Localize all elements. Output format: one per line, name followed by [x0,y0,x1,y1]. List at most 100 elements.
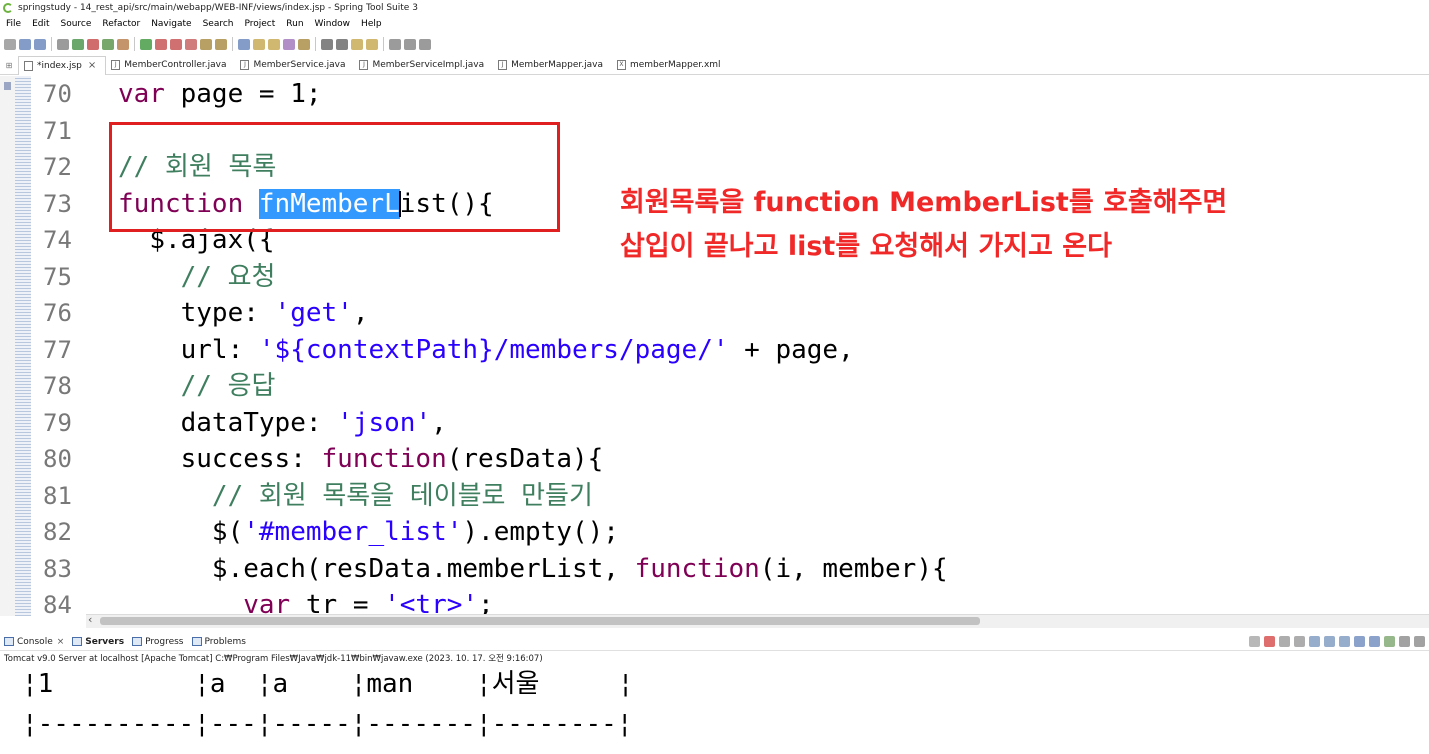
line-number: 71 [43,116,72,145]
console-toolbar-button-icon[interactable] [1354,636,1365,647]
console-toolbar-button-icon[interactable] [1324,636,1335,647]
editor-tab-bar: ⊞ *index.jsp × J MemberController.java J Memb… [0,55,1429,75]
toolbar-button-icon[interactable] [185,38,197,50]
toolbar-button-icon[interactable] [419,38,431,50]
scrollbar-thumb[interactable] [100,617,980,625]
toolbar-button-icon[interactable] [4,38,16,50]
toolbar-button-icon[interactable] [351,38,363,50]
editor-tab-membermapperxml[interactable]: XmemberMapper.xml [612,56,730,75]
window-title: springstudy - 14_rest_api/src/main/webap… [18,3,418,13]
toolbar-button-icon[interactable] [87,38,99,50]
code-line[interactable]: 79 dataType: 'json', [31,405,1429,442]
menu-item-window[interactable]: Window [315,16,351,32]
toolbar-button-icon[interactable] [366,38,378,50]
console-toolbar-button-icon[interactable] [1249,636,1260,647]
toolbar-button-icon[interactable] [57,38,69,50]
toolbar-button-icon[interactable] [140,38,152,50]
toolbar-button-icon[interactable] [336,38,348,50]
console-toolbar-button-icon[interactable] [1414,636,1425,647]
toolbar-button-icon[interactable] [404,38,416,50]
code-comment: // 회원 목록을 테이블로 만들기 [211,480,593,511]
toolbar-button-icon[interactable] [200,38,212,50]
toolbar-button-icon[interactable] [155,38,167,50]
code-line[interactable]: 80 success: function(resData){ [31,441,1429,478]
code-line[interactable]: 78 // 응답 [31,368,1429,405]
console-tab-progress[interactable]: Progress [132,637,184,647]
code-line[interactable]: 77 url: '${contextPath}/members/page/' +… [31,332,1429,369]
close-tab-icon[interactable]: × [88,60,96,71]
console-toolbar-button-icon[interactable] [1339,636,1350,647]
code-line[interactable]: 81 // 회원 목록을 테이블로 만들기 [31,478,1429,515]
console-tab-console[interactable]: Console × [4,637,64,647]
toolbar-button-icon[interactable] [283,38,295,50]
outline-marker-icon[interactable] [4,82,11,90]
console-toolbar-button-icon[interactable] [1369,636,1380,647]
code-line[interactable]: 75 // 요청 [31,259,1429,296]
console-toolbar-button-icon[interactable] [1264,636,1275,647]
progress-icon [132,637,143,646]
console-icon [4,637,14,646]
code-line[interactable]: 84 var tr = '<tr>'; [31,587,1429,614]
code-text: var page = 1; [118,76,322,113]
editor-tab-indexjsp[interactable]: *index.jsp × [18,55,107,75]
console-toolbar-button-icon[interactable] [1399,636,1410,647]
highlight-box [109,122,560,232]
code-text: var tr = '<tr>'; [118,587,493,614]
editor-tab-memberservicejava[interactable]: J MemberService.java [235,56,354,75]
code-line[interactable]: 70 var page = 1; [31,76,1429,113]
toolbar-button-icon[interactable] [253,38,265,50]
code-token: + page, [728,334,854,365]
toolbar-button-icon[interactable] [321,38,333,50]
code-comment: // 요청 [180,261,276,292]
console-toolbar-button-icon[interactable] [1384,636,1395,647]
menu-item-search[interactable]: Search [203,16,234,32]
left-marker-strip [0,76,15,616]
code-line[interactable]: 76 type: 'get', [31,295,1429,332]
menu-item-navigate[interactable]: Navigate [151,16,191,32]
toolbar-button-icon[interactable] [238,38,250,50]
console-tab-problems[interactable]: Problems [191,637,246,647]
editor-tab-membermapperjava[interactable]: J MemberMapper.java [493,56,612,75]
editor-horizontal-scrollbar[interactable]: ‹ [86,613,1429,628]
scroll-left-icon[interactable]: ‹ [88,613,92,626]
toolbar-button-icon[interactable] [72,38,84,50]
toolbar-button-icon[interactable] [268,38,280,50]
console-output-line: ¦----------¦---¦-----¦-------¦--------¦ [22,709,633,739]
java-file-icon: J [498,60,508,70]
close-tab-icon[interactable]: × [57,637,65,647]
menu-item-edit[interactable]: Edit [32,16,49,32]
toolbar-button-icon[interactable] [117,38,129,50]
code-token: $( [211,517,244,547]
editor-tab-membercontrollerjava[interactable]: J MemberController.java [106,56,235,75]
menu-item-refactor[interactable]: Refactor [102,16,140,32]
toolbar-button-icon[interactable] [170,38,182,50]
line-number: 79 [43,408,72,437]
menu-item-help[interactable]: Help [361,16,382,32]
console-toolbar-button-icon[interactable] [1279,636,1290,647]
menu-item-run[interactable]: Run [286,16,303,32]
editor-tab-memberserviceimpljava[interactable]: J MemberServiceImpl.java [354,56,493,75]
editor-menu-icon[interactable]: ⊞ [0,61,18,70]
console-toolbar-button-icon[interactable] [1309,636,1320,647]
toolbar-button-icon[interactable] [102,38,114,50]
menu-item-source[interactable]: Source [61,16,92,32]
problems-icon [191,637,202,646]
console-tab-servers[interactable]: Servers [72,637,124,647]
tab-label: *index.jsp [37,60,82,71]
code-line[interactable]: 82 $('#member_list').empty(); [31,514,1429,551]
toolbar-button-icon[interactable] [19,38,31,50]
toolbar-button-icon[interactable] [215,38,227,50]
console-toolbar [1249,636,1425,647]
console-toolbar-button-icon[interactable] [1294,636,1305,647]
toolbar-button-icon[interactable] [34,38,46,50]
toolbar-separator [315,37,316,51]
toolbar-button-icon[interactable] [389,38,401,50]
menu-item-project[interactable]: Project [244,16,275,32]
menu-item-file[interactable]: File [6,16,21,32]
console-tab-label: Servers [85,636,125,647]
code-line[interactable]: 83 $.each(resData.memberList, function(i… [31,551,1429,588]
toolbar-button-icon[interactable] [298,38,310,50]
